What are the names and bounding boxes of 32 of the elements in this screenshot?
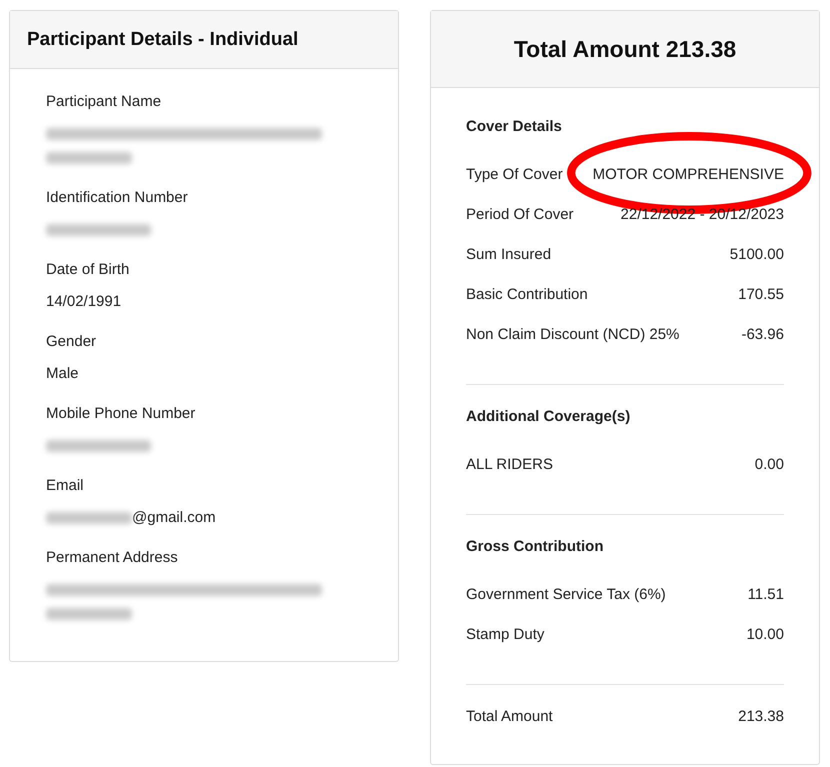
row-label: Basic Contribution xyxy=(466,285,588,305)
row-value: 0.00 xyxy=(754,455,784,475)
row-value: 5100.00 xyxy=(730,245,784,265)
row-value: 170.55 xyxy=(738,285,784,305)
section-heading: Additional Coverage(s) xyxy=(466,407,632,427)
row-label: Sum Insured xyxy=(466,245,552,265)
row-value: 11.51 xyxy=(748,585,784,605)
field-label: Mobile Phone Number xyxy=(46,404,196,424)
row-value: 213.38 xyxy=(738,707,784,727)
total-title: Total Amount 213.38 xyxy=(514,36,736,62)
card-title: Participant Details - Individual xyxy=(27,28,298,50)
row-label: Period Of Cover xyxy=(466,205,574,225)
row-label: Stamp Duty xyxy=(466,625,544,645)
field-value: 14/02/1991 xyxy=(46,292,122,312)
row-label: Total Amount xyxy=(466,707,553,727)
row-value: 10.00 xyxy=(746,625,784,645)
row-value: MOTOR COMPREHENSIVE xyxy=(592,163,784,203)
row-label: Type Of Cover xyxy=(466,165,563,185)
row-label: Government Service Tax (6%) xyxy=(466,585,666,605)
field-label: Email xyxy=(46,476,85,496)
field-label: Permanent Address xyxy=(46,548,179,568)
field-label: Date of Birth xyxy=(46,260,130,280)
row-value: -63.96 xyxy=(741,325,784,345)
field-label: Gender xyxy=(46,332,98,352)
field-label: Identification Number xyxy=(46,188,189,208)
field-value: @gmail.com xyxy=(132,508,216,528)
row-label: Non Claim Discount (NCD) 25% xyxy=(466,325,680,345)
section-heading: Cover Details xyxy=(466,117,563,137)
section-heading: Gross Contribution xyxy=(466,537,604,557)
field-value: Male xyxy=(46,364,79,384)
field-label: Participant Name xyxy=(46,92,162,112)
row-label: ALL RIDERS xyxy=(466,455,553,475)
